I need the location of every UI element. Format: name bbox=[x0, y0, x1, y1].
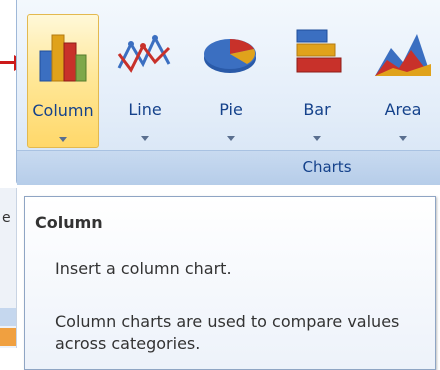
tooltip-title: Column bbox=[35, 213, 103, 232]
chevron-down-icon[interactable] bbox=[141, 136, 149, 141]
edge-strip-highlight bbox=[0, 328, 16, 346]
column-chart-icon bbox=[39, 34, 87, 82]
pie-chart-icon bbox=[204, 39, 256, 73]
chevron-down-icon[interactable] bbox=[227, 136, 235, 141]
chevron-down-icon[interactable] bbox=[313, 136, 321, 141]
tooltip-description: Insert a column chart. bbox=[55, 259, 232, 278]
column-chart-button[interactable]: Column bbox=[27, 14, 99, 148]
edge-text-fragment: e bbox=[2, 210, 11, 226]
charts-group-label: Charts bbox=[302, 158, 352, 176]
column-tooltip: Column Insert a column chart. Column cha… bbox=[24, 196, 436, 370]
charts-ribbon-group: Column Line Pie Bar Area Charts bbox=[16, 0, 440, 185]
area-chart-button[interactable]: Area bbox=[367, 14, 439, 148]
pie-chart-button[interactable]: Pie bbox=[195, 14, 267, 148]
bar-chart-icon bbox=[296, 29, 342, 73]
bar-button-label: Bar bbox=[303, 100, 331, 119]
area-button-label: Area bbox=[384, 100, 422, 119]
tooltip-details: Column charts are used to compare values… bbox=[55, 312, 400, 353]
line-chart-button[interactable]: Line bbox=[109, 14, 181, 148]
column-button-label: Column bbox=[32, 101, 94, 120]
pie-button-label: Pie bbox=[219, 100, 243, 119]
underlying-sheet-edge: e bbox=[0, 188, 17, 348]
chevron-down-icon[interactable] bbox=[59, 137, 67, 142]
line-button-label: Line bbox=[128, 100, 162, 119]
edge-strip bbox=[0, 308, 16, 326]
line-chart-icon bbox=[117, 34, 171, 73]
bar-chart-button[interactable]: Bar bbox=[281, 14, 353, 148]
area-chart-icon bbox=[375, 34, 431, 76]
chevron-down-icon[interactable] bbox=[399, 136, 407, 141]
